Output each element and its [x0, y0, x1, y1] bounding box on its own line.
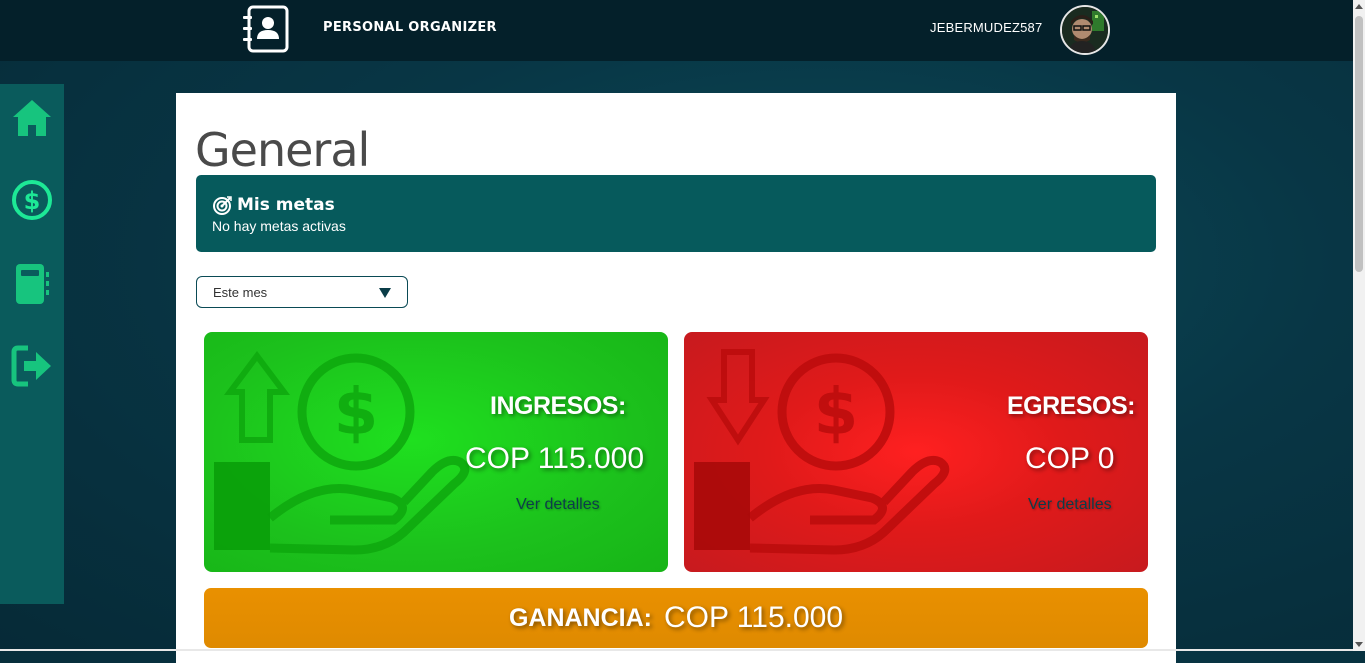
sidebar-item-home[interactable] — [8, 96, 56, 144]
chevron-down-icon — [379, 288, 391, 298]
sidebar-item-notebook[interactable] — [8, 262, 56, 310]
profit-label: GANANCIA: — [508, 603, 652, 632]
profit-amount: COP 115.000 — [664, 601, 844, 634]
app-title: PERSONAL ORGANIZER — [323, 20, 497, 35]
logout-icon — [10, 344, 54, 393]
expense-amount: COP 0 — [1025, 442, 1115, 475]
income-amount: COP 115.000 — [465, 442, 645, 475]
income-label: INGRESOS: — [490, 392, 626, 420]
expense-label: EGRESOS: — [1007, 392, 1135, 420]
username[interactable]: JEBERMUDEZ587 — [930, 20, 1042, 35]
scrollbar-thumb[interactable] — [1355, 16, 1363, 272]
sidebar-item-logout[interactable] — [8, 344, 56, 392]
profit-banner: GANANCIA: COP 115.000 — [204, 588, 1148, 648]
notebook-icon — [12, 262, 52, 311]
expense-details-link[interactable]: Ver detalles — [1028, 496, 1112, 514]
main-panel: General Mis metas No hay metas activas E… — [176, 93, 1176, 663]
period-select-value: Este mes — [213, 285, 268, 300]
svg-text:$: $ — [814, 376, 859, 450]
scroll-down-arrow-icon[interactable] — [1355, 642, 1363, 647]
scroll-up-arrow-icon[interactable] — [1355, 4, 1363, 9]
goals-empty-text: No hay metas activas — [212, 218, 346, 234]
income-details-link[interactable]: Ver detalles — [516, 496, 600, 514]
sidebar: $ — [0, 84, 64, 604]
expense-card: $ EGRESOS: COP 0 Ver detalles — [684, 332, 1148, 572]
top-bar: PERSONAL ORGANIZER JEBERMUDEZ587 — [0, 0, 1353, 61]
svg-text:$: $ — [24, 187, 41, 215]
home-icon — [11, 98, 53, 143]
income-card: $ INGRESOS: COP 115.000 Ver detalles — [204, 332, 668, 572]
svg-text:$: $ — [334, 376, 379, 450]
contact-book-icon[interactable] — [242, 5, 290, 53]
page-scrollbar[interactable] — [1353, 0, 1365, 651]
avatar[interactable] — [1060, 5, 1110, 55]
sidebar-item-finances[interactable]: $ — [8, 178, 56, 226]
goals-panel: Mis metas No hay metas activas — [196, 175, 1156, 252]
dollar-circle-icon: $ — [10, 178, 54, 227]
goals-title: Mis metas — [237, 195, 335, 215]
period-select[interactable]: Este mes — [196, 276, 408, 308]
page-title: General — [195, 123, 370, 177]
